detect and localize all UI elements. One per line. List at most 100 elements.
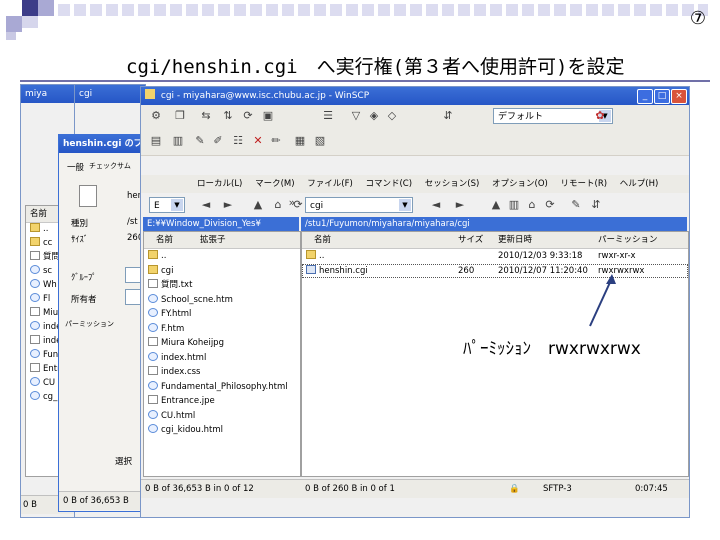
local-file-row[interactable]: FY.html [144, 307, 300, 322]
remote-root-icon[interactable]: ▥ [507, 198, 521, 212]
overflow-icon[interactable]: » [285, 196, 299, 210]
local-drive-combo[interactable]: E ▼ [149, 197, 185, 213]
remote-home-icon[interactable]: ⌂ [525, 198, 539, 212]
properties-icon[interactable]: ☷ [231, 134, 245, 148]
local-file-row[interactable]: School_scne.htm [144, 293, 300, 308]
local-file-row[interactable]: Miura Koheijpg [144, 336, 300, 351]
session-icon[interactable]: ✿ [593, 109, 607, 123]
menu-command[interactable]: コマンド(C) [365, 179, 412, 189]
back-window-2-titlebar[interactable]: cgi [75, 85, 145, 103]
local-parent-icon[interactable]: ▲ [251, 198, 265, 212]
local-file-row[interactable]: index.css [144, 365, 300, 380]
queue-icon[interactable]: ☰ [321, 109, 335, 123]
tab-general[interactable]: 一般 [67, 161, 84, 173]
file-icon [79, 185, 97, 207]
local-path: E:¥¥Window_Division_Yes¥ [143, 217, 299, 231]
remote-file-row[interactable]: henshin.cgi 260 2010/12/07 11:20:40 rwxrwxr… [302, 263, 688, 278]
local-file-row[interactable]: Entrance.jpe [144, 394, 300, 409]
local-file-row[interactable]: cgi_kidou.html [144, 423, 300, 438]
compare-icon[interactable]: ⇅ [221, 109, 235, 123]
local-file-name: F.htm [161, 323, 185, 334]
remote-col-size[interactable]: サイズ [458, 232, 483, 248]
remote-file-name: henshin.cgi [319, 265, 368, 276]
remote-file-size: 260 [458, 265, 475, 276]
edit2-icon[interactable]: ✏ [269, 134, 283, 148]
winscp-titlebar[interactable]: cgi - miyahara@www.isc.chubu.ac.jp - Win… [141, 87, 689, 105]
parent-folder-icon [306, 250, 316, 259]
local-column-header: 名前 拡張子 [144, 232, 300, 249]
properties2-icon[interactable]: ▦ [293, 134, 307, 148]
remote-forward-icon[interactable]: ► [453, 198, 467, 212]
winscp-window[interactable]: cgi - miyahara@www.isc.chubu.ac.jp - Win… [140, 86, 690, 518]
title-rule [20, 80, 710, 82]
refresh-icon[interactable]: ⟳ [241, 109, 255, 123]
remote-col-date[interactable]: 更新日時 [498, 232, 532, 248]
sort-icon[interactable]: ⇵ [441, 109, 455, 123]
select-icon[interactable]: ◈ [367, 109, 381, 123]
copy-icon[interactable]: ❐ [173, 109, 187, 123]
filter-icon[interactable]: ▽ [349, 109, 363, 123]
edit-icon[interactable]: ✎ [193, 134, 207, 148]
delete-icon[interactable]: ✕ [251, 134, 265, 148]
local-file-row[interactable]: Fundamental_Philosophy.html [144, 380, 300, 395]
local-file-name: Fundamental_Philosophy.html [161, 381, 288, 392]
remote-col-name[interactable]: 名前 [314, 232, 331, 248]
menu-local[interactable]: ローカル(L) [197, 179, 242, 189]
html-file-icon [148, 293, 158, 303]
local-file-row[interactable]: CU.html [144, 409, 300, 424]
remote-back-icon[interactable]: ◄ [429, 198, 443, 212]
close-button[interactable]: × [671, 89, 687, 104]
list-icon[interactable]: ▧ [313, 134, 327, 148]
local-file-row[interactable]: cgi [144, 264, 300, 279]
local-file-name: index.css [161, 367, 201, 377]
local-home-icon[interactable]: ⌂ [271, 198, 285, 212]
maximize-button[interactable]: □ [654, 89, 670, 104]
new-file-icon[interactable]: ▥ [171, 134, 185, 148]
local-col-ext[interactable]: 拡張子 [200, 232, 226, 248]
remote-file-permission: rwxr-xr-x [598, 251, 636, 261]
local-col-name[interactable]: 名前 [156, 232, 173, 248]
menu-help[interactable]: ヘルプ(H) [620, 179, 659, 189]
tab-checksum[interactable]: チェックサム [89, 161, 131, 171]
local-forward-icon[interactable]: ► [221, 198, 235, 212]
minimize-button[interactable]: _ [637, 89, 653, 104]
unselect-icon[interactable]: ◇ [385, 109, 399, 123]
local-file-panel[interactable]: 名前 拡張子 .. cgi 質問.txt School_scne.htm FY.html… [143, 231, 301, 477]
remote-sync-icon[interactable]: ⇵ [589, 198, 603, 212]
remote-file-row[interactable]: .. 2010/12/03 9:33:18 rwxr-xr-x [302, 249, 688, 264]
menu-remote[interactable]: リモート(R) [561, 179, 608, 189]
menu-bar: ローカル(L) マーク(M) ファイル(F) コマンド(C) セッション(S) … [141, 175, 689, 193]
local-back-icon[interactable]: ◄ [199, 198, 213, 212]
group-label: ｸﾞﾙｰﾌﾟ [71, 273, 97, 283]
owner-label: 所有者 [71, 295, 97, 305]
local-file-name: Entrance.jpe [161, 396, 215, 406]
remote-folder-combo[interactable]: cgi ▼ [305, 197, 413, 213]
local-file-row[interactable]: 質問.txt [144, 278, 300, 293]
console-icon[interactable]: ▣ [261, 109, 275, 123]
folder-icon [148, 250, 158, 259]
type-label: 種別 [71, 219, 89, 229]
corner-decoration [0, 0, 708, 40]
remote-parent-icon[interactable]: ▲ [489, 198, 503, 212]
menu-option[interactable]: オプション(O) [492, 179, 548, 189]
local-file-row[interactable]: F.htm [144, 322, 300, 337]
back-window-1-title: miya [25, 89, 48, 99]
menu-session[interactable]: セッション(S) [425, 179, 480, 189]
local-file-name: cgi [161, 265, 174, 276]
rename-icon[interactable]: ✐ [211, 134, 225, 148]
remote-col-perm[interactable]: パーミッション [598, 232, 658, 248]
type-value: /st [127, 217, 138, 227]
local-file-row[interactable]: index.html [144, 351, 300, 366]
remote-status: 0 B of 260 B in 0 of 1 [305, 484, 395, 494]
menu-mark[interactable]: マーク(M) [255, 179, 294, 189]
remote-refresh-icon[interactable]: ⟳ [543, 198, 557, 212]
remote-file-date: 2010/12/03 9:33:18 [498, 251, 583, 261]
move-icon[interactable]: ⇆ [199, 109, 213, 123]
remote-find-icon[interactable]: ✎ [569, 198, 583, 212]
menu-file[interactable]: ファイル(F) [307, 179, 353, 189]
size-label: ｻｲｽﾞ [71, 235, 89, 245]
local-file-row[interactable]: .. [144, 249, 300, 264]
chevron-down-icon: ▼ [399, 199, 411, 211]
settings-icon[interactable]: ⚙ [149, 109, 163, 123]
new-folder-icon[interactable]: ▤ [149, 134, 163, 148]
